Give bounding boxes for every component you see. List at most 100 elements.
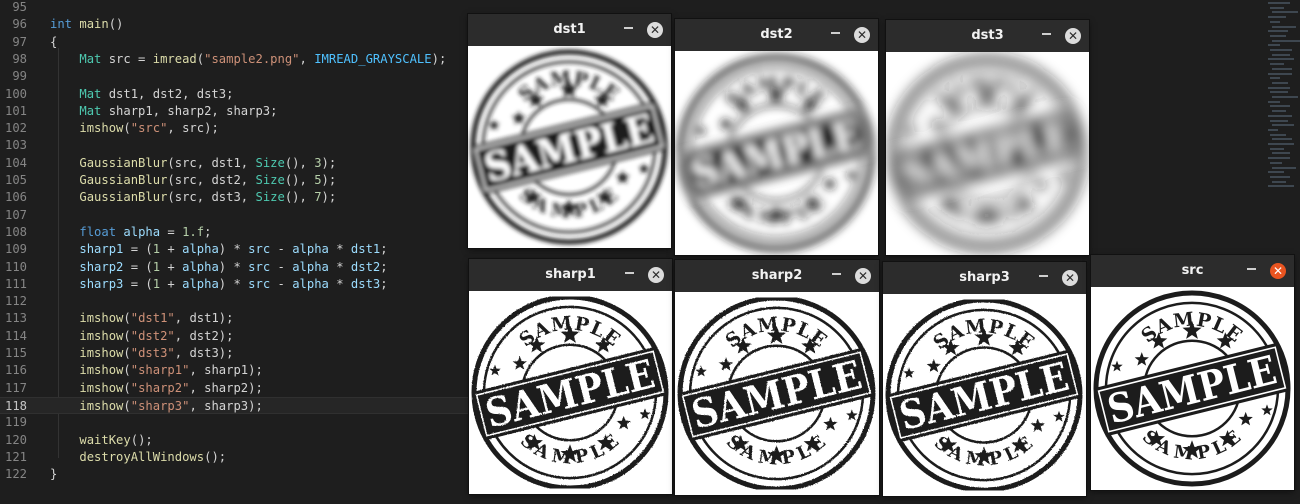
line-number: 102 xyxy=(4,121,27,136)
code-line[interactable]: 107 xyxy=(0,207,470,224)
window-titlebar[interactable]: sharp3 ✕ xyxy=(883,262,1086,294)
window-sharp2[interactable]: sharp2 ✕ SAMPLE SAMPLE SAMPLE xyxy=(675,260,879,495)
code-text: } xyxy=(50,466,57,483)
minimap-line xyxy=(1268,58,1294,61)
code-line[interactable]: 102 imshow("src", src); xyxy=(0,120,470,137)
close-icon[interactable]: ✕ xyxy=(647,22,663,38)
close-icon[interactable]: ✕ xyxy=(855,268,871,284)
window-titlebar[interactable]: sharp2 ✕ xyxy=(675,260,879,292)
close-icon[interactable]: ✕ xyxy=(1270,263,1286,279)
code-line[interactable]: 116 imshow("sharp1", sharp1); xyxy=(0,362,470,379)
code-line[interactable]: 111 sharp3 = (1 + alpha) * src - alpha *… xyxy=(0,276,470,293)
stamp-graphic: SAMPLESAMPLESAMPLE xyxy=(677,295,876,492)
window-dst3[interactable]: dst3 ✕ SAMPLE SAMPLE SAMPLE xyxy=(886,20,1089,255)
minimize-icon[interactable] xyxy=(1042,33,1051,35)
stamp-graphic: SAMPLESAMPLESAMPLE xyxy=(1093,290,1291,487)
code-line[interactable]: 101 Mat sharp1, sharp2, sharp3; xyxy=(0,103,470,120)
code-token: ; xyxy=(380,242,388,257)
code-line[interactable]: 113 imshow("dst1", dst1); xyxy=(0,310,470,327)
minimize-icon[interactable] xyxy=(1247,268,1256,270)
code-line[interactable]: 121 destroyAllWindows(); xyxy=(0,449,470,466)
window-title: src xyxy=(1181,263,1204,278)
minimap-line xyxy=(1272,96,1298,98)
stamp-image: SAMPLESAMPLESAMPLE xyxy=(677,54,875,252)
code-line[interactable]: 108 float alpha = 1.f; xyxy=(0,224,470,241)
code-line[interactable]: 120 waitKey(); xyxy=(0,432,470,449)
code-line[interactable]: 95 xyxy=(0,0,470,16)
line-number: 110 xyxy=(4,259,27,274)
code-line[interactable]: 104 GaussianBlur(src, dst1, Size(), 3); xyxy=(0,155,470,172)
image-view: SAMPLE SAMPLE SAMPLE xyxy=(468,46,671,248)
minimap-line xyxy=(1268,128,1278,131)
code-token: Size xyxy=(255,190,285,205)
code-token: sharp1, sharp2, sharp3; xyxy=(101,103,278,118)
code-line[interactable]: 103 xyxy=(0,137,470,154)
code-line[interactable]: 105 GaussianBlur(src, dst2, Size(), 5); xyxy=(0,172,470,189)
code-line[interactable]: 122} xyxy=(0,466,470,483)
window-titlebar[interactable]: src ✕ xyxy=(1091,255,1294,287)
window-sharp3[interactable]: sharp3 ✕ SAMPLE SAMPLE SAMPLE xyxy=(883,262,1086,496)
window-dst2[interactable]: dst2 ✕ SAMPLE SAMPLE SAMPLE xyxy=(675,19,878,255)
code-line[interactable]: 97 { xyxy=(0,34,470,51)
code-text: imshow("sharp3", sharp3); xyxy=(50,398,262,415)
code-line[interactable]: 119 xyxy=(0,414,470,431)
minimap-line xyxy=(1268,30,1288,33)
code-line[interactable]: 118 imshow("sharp3", sharp3); xyxy=(0,396,470,415)
close-icon[interactable]: ✕ xyxy=(1062,270,1078,286)
minimap-line xyxy=(1272,138,1292,141)
code-line[interactable]: 110 sharp2 = (1 + alpha) * src - alpha *… xyxy=(0,259,470,276)
code-token: Mat xyxy=(79,51,102,66)
stamp-image: SAMPLESAMPLESAMPLE xyxy=(471,294,669,491)
minimize-icon[interactable] xyxy=(831,32,840,34)
code-token: (); xyxy=(130,432,153,447)
code-token: , sharp2); xyxy=(189,380,263,395)
window-titlebar[interactable]: dst2 ✕ xyxy=(675,19,878,51)
code-token: sharp2 xyxy=(79,259,124,274)
minimap-line xyxy=(1270,20,1280,23)
minimize-icon[interactable] xyxy=(625,272,634,274)
code-line[interactable]: 98 Mat src = imread("sample2.png", IMREA… xyxy=(0,51,470,68)
image-view: SAMPLE SAMPLE SAMPLE xyxy=(675,292,879,495)
line-number: 120 xyxy=(4,432,27,447)
minimap[interactable] xyxy=(1268,0,1300,200)
window-titlebar[interactable]: dst1 ✕ xyxy=(468,14,671,46)
code-text: waitKey(); xyxy=(50,432,153,449)
code-line[interactable]: 117 imshow("sharp2", sharp2); xyxy=(0,380,470,397)
window-titlebar[interactable]: sharp1 ✕ xyxy=(469,259,672,291)
close-icon[interactable]: ✕ xyxy=(1065,28,1081,44)
code-line[interactable]: 114 imshow("dst2", dst2); xyxy=(0,328,470,345)
window-dst1[interactable]: dst1 ✕ SAMPLE SAMPLE SAMPLE xyxy=(468,14,671,248)
code-token: 1 xyxy=(152,259,161,274)
minimize-icon[interactable] xyxy=(832,273,841,275)
minimap-line xyxy=(1270,161,1282,164)
window-titlebar[interactable]: dst3 ✕ xyxy=(886,20,1089,52)
code-token: GaussianBlur xyxy=(79,190,168,205)
code-token: (src, dst2, xyxy=(167,173,256,187)
code-token: , dst2); xyxy=(174,328,234,343)
code-token: 1.f xyxy=(182,224,205,239)
close-icon[interactable]: ✕ xyxy=(854,27,870,43)
line-number: 104 xyxy=(4,155,27,170)
code-token: int xyxy=(50,17,73,32)
code-line[interactable]: 99 xyxy=(0,68,470,85)
minimap-line xyxy=(1270,105,1290,108)
code-line[interactable]: 106 GaussianBlur(src, dst3, Size(), 7); xyxy=(0,189,470,206)
code-line[interactable]: 100 Mat dst1, dst2, dst3; xyxy=(0,86,470,103)
window-src[interactable]: src ✕ SAMPLE SAMPLE SAMPLE xyxy=(1091,255,1294,490)
window-sharp1[interactable]: sharp1 ✕ SAMPLE SAMPLE SAMPLE xyxy=(469,259,672,494)
minimize-icon[interactable] xyxy=(624,27,633,29)
code-line[interactable]: 112 xyxy=(0,293,470,310)
minimap-line xyxy=(1270,34,1286,37)
code-line[interactable]: 109 sharp1 = (1 + alpha) * src - alpha *… xyxy=(0,241,470,258)
close-icon[interactable]: ✕ xyxy=(648,267,664,283)
code-token: alpha xyxy=(182,259,219,274)
code-token: IMREAD_GRAYSCALE xyxy=(314,51,432,66)
minimize-icon[interactable] xyxy=(1039,275,1048,277)
code-line[interactable]: 115 imshow("dst3", dst3); xyxy=(0,345,470,362)
code-line[interactable]: 96 int main() xyxy=(0,16,470,33)
